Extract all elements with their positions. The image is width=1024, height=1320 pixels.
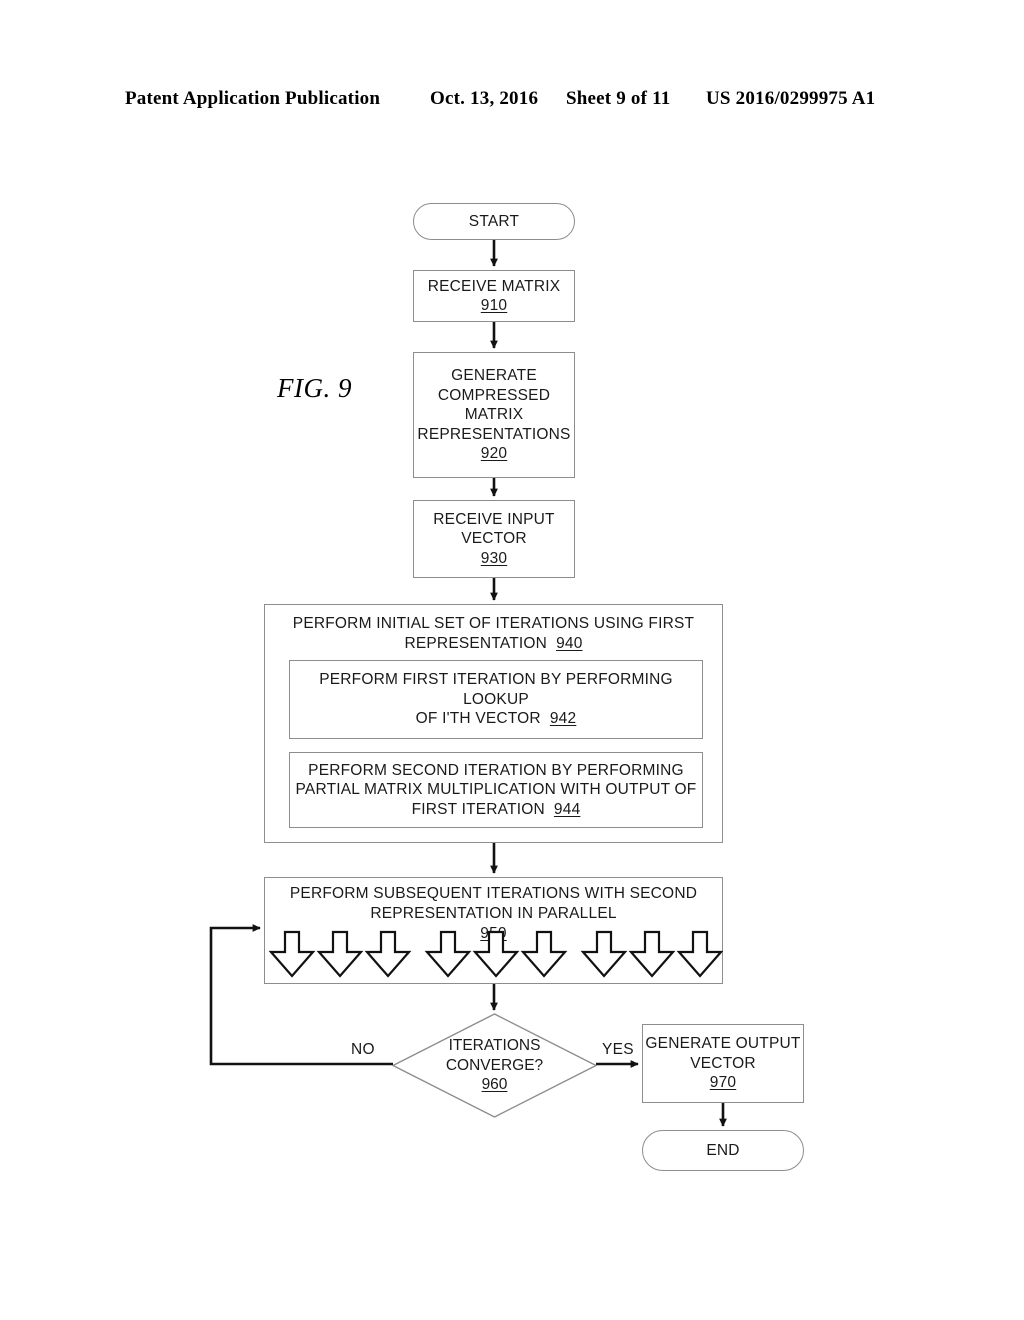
step-perform-second-iteration-partial-matmul: PERFORM SECOND ITERATION BY PERFORMING P… bbox=[289, 752, 703, 828]
block-arrow-4 bbox=[424, 930, 472, 978]
step-942-text: PERFORM FIRST ITERATION BY PERFORMING LO… bbox=[290, 670, 702, 729]
decision-960-ref: 960 bbox=[481, 1076, 508, 1094]
block-arrow-8 bbox=[628, 930, 676, 978]
end-terminator: END bbox=[642, 1130, 804, 1171]
step-950-label: PERFORM SUBSEQUENT ITERATIONS WITH SECON… bbox=[289, 885, 698, 922]
start-terminator: START bbox=[413, 203, 575, 240]
step-920-ref: 920 bbox=[480, 445, 508, 463]
step-perform-first-iteration-lookup: PERFORM FIRST ITERATION BY PERFORMING LO… bbox=[289, 660, 703, 739]
block-arrow-9 bbox=[676, 930, 723, 978]
step-940-label: PERFORM INITIAL SET OF ITERATIONS USING … bbox=[292, 615, 695, 652]
step-944-text: PERFORM SECOND ITERATION BY PERFORMING P… bbox=[296, 761, 697, 820]
start-label: START bbox=[468, 212, 520, 230]
block-arrow-7 bbox=[580, 930, 628, 978]
step-942-label: PERFORM FIRST ITERATION BY PERFORMING LO… bbox=[319, 671, 673, 728]
step-970-label: GENERATE OUTPUT VECTOR bbox=[645, 1035, 801, 1072]
step-generate-output-vector: GENERATE OUTPUT VECTOR 970 bbox=[642, 1024, 804, 1103]
step-930-label: RECEIVE INPUT VECTOR bbox=[433, 510, 555, 548]
step-940-ref: 940 bbox=[556, 635, 583, 652]
block-arrow-5 bbox=[472, 930, 520, 978]
step-910-label: RECEIVE MATRIX bbox=[427, 277, 561, 295]
block-arrow-6 bbox=[520, 930, 568, 978]
edge-label-no: NO bbox=[351, 1041, 375, 1058]
step-920-label: GENERATE COMPRESSED MATRIX REPRESENTATIO… bbox=[417, 367, 571, 443]
step-940-title: PERFORM INITIAL SET OF ITERATIONS USING … bbox=[265, 614, 722, 654]
block-arrow-3 bbox=[364, 930, 412, 978]
step-910-ref: 910 bbox=[480, 297, 508, 314]
step-950-title: PERFORM SUBSEQUENT ITERATIONS WITH SECON… bbox=[265, 884, 722, 924]
step-receive-matrix: RECEIVE MATRIX 910 bbox=[413, 270, 575, 322]
block-arrow-1 bbox=[268, 930, 316, 978]
figure-label: FIG. 9 bbox=[277, 373, 352, 403]
publication-number: US 2016/0299975 A1 bbox=[706, 88, 876, 109]
step-receive-input-vector: RECEIVE INPUT VECTOR 930 bbox=[413, 500, 575, 578]
edge-label-yes: YES bbox=[602, 1041, 634, 1058]
publication-date: Oct. 13, 2016 bbox=[430, 88, 539, 109]
decision-iterations-converge: ITERATIONS CONVERGE? 960 bbox=[391, 1012, 598, 1119]
publication-title: Patent Application Publication bbox=[125, 88, 381, 109]
step-944-label: PERFORM SECOND ITERATION BY PERFORMING P… bbox=[295, 761, 697, 818]
step-944-ref: 944 bbox=[553, 800, 581, 818]
parallel-iteration-arrows bbox=[268, 930, 723, 978]
step-generate-compressed-matrix-representations: GENERATE COMPRESSED MATRIX REPRESENTATIO… bbox=[413, 352, 575, 478]
decision-960-label: ITERATIONS CONVERGE? bbox=[445, 1037, 544, 1074]
block-arrow-2 bbox=[316, 930, 364, 978]
step-970-ref: 970 bbox=[709, 1074, 737, 1092]
step-930-ref: 930 bbox=[480, 549, 508, 567]
end-label: END bbox=[706, 1141, 740, 1159]
step-942-ref: 942 bbox=[549, 710, 577, 728]
sheet-number: Sheet 9 of 11 bbox=[566, 88, 671, 109]
publication-header: Patent Application Publication Oct. 13, … bbox=[0, 88, 1024, 118]
